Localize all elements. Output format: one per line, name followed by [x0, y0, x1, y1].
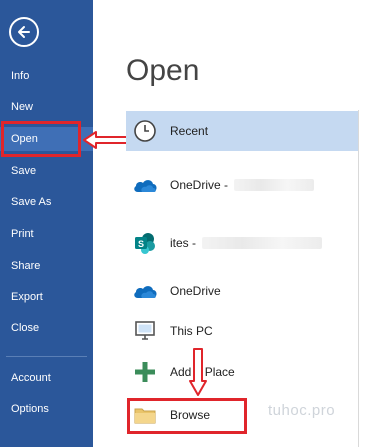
location-recent[interactable]: Recent: [126, 111, 358, 151]
sharepoint-icon: S: [132, 230, 158, 256]
onedrive-cloud-icon: [132, 278, 158, 304]
page-title: Open: [126, 54, 200, 87]
backstage-sidebar: Info New Open Save Save As Print Share E…: [0, 0, 93, 447]
location-this-pc[interactable]: This PC: [126, 312, 358, 349]
plus-icon: [132, 359, 158, 385]
location-label: ites -: [170, 235, 197, 250]
sidebar-item-open[interactable]: Open: [0, 127, 93, 151]
location-label: This PC: [170, 323, 213, 338]
watermark-text: tuhoc.pro: [268, 402, 336, 419]
down-arrow-annotation-icon: [189, 348, 207, 396]
sidebar-item-info[interactable]: Info: [0, 64, 93, 88]
svg-text:S: S: [138, 239, 144, 249]
location-label: Browse: [170, 407, 211, 422]
sidebar-item-share[interactable]: Share: [0, 254, 93, 278]
location-label: Recent: [170, 124, 209, 138]
onedrive-cloud-icon: [132, 172, 158, 198]
sidebar-item-print[interactable]: Print: [0, 222, 93, 246]
back-button[interactable]: [9, 17, 39, 47]
location-sharepoint-sites[interactable]: S ites -: [126, 224, 358, 261]
redacted-text: [202, 236, 323, 249]
sidebar-item-save[interactable]: Save: [0, 159, 93, 183]
sidebar-item-account[interactable]: Account: [0, 366, 93, 390]
sidebar-item-export[interactable]: Export: [0, 285, 93, 309]
location-onedrive[interactable]: OneDrive: [126, 272, 358, 309]
sidebar-item-save-as[interactable]: Save As: [0, 190, 93, 214]
folder-icon: [132, 402, 158, 428]
panel-divider: [358, 110, 359, 447]
location-add-a-place[interactable]: Add a Place: [126, 353, 358, 390]
location-onedrive-business[interactable]: OneDrive -: [126, 166, 358, 203]
location-label: OneDrive -: [170, 177, 229, 192]
computer-icon: [132, 318, 158, 344]
sidebar-item-new[interactable]: New: [0, 95, 93, 119]
sidebar-divider: [6, 356, 87, 357]
clock-icon: [132, 118, 158, 144]
back-arrow-icon: [18, 26, 30, 38]
sidebar-item-options[interactable]: Options: [0, 397, 93, 421]
sidebar-item-close[interactable]: Close: [0, 316, 93, 340]
location-label: OneDrive: [170, 283, 221, 298]
redacted-text: [234, 178, 315, 191]
